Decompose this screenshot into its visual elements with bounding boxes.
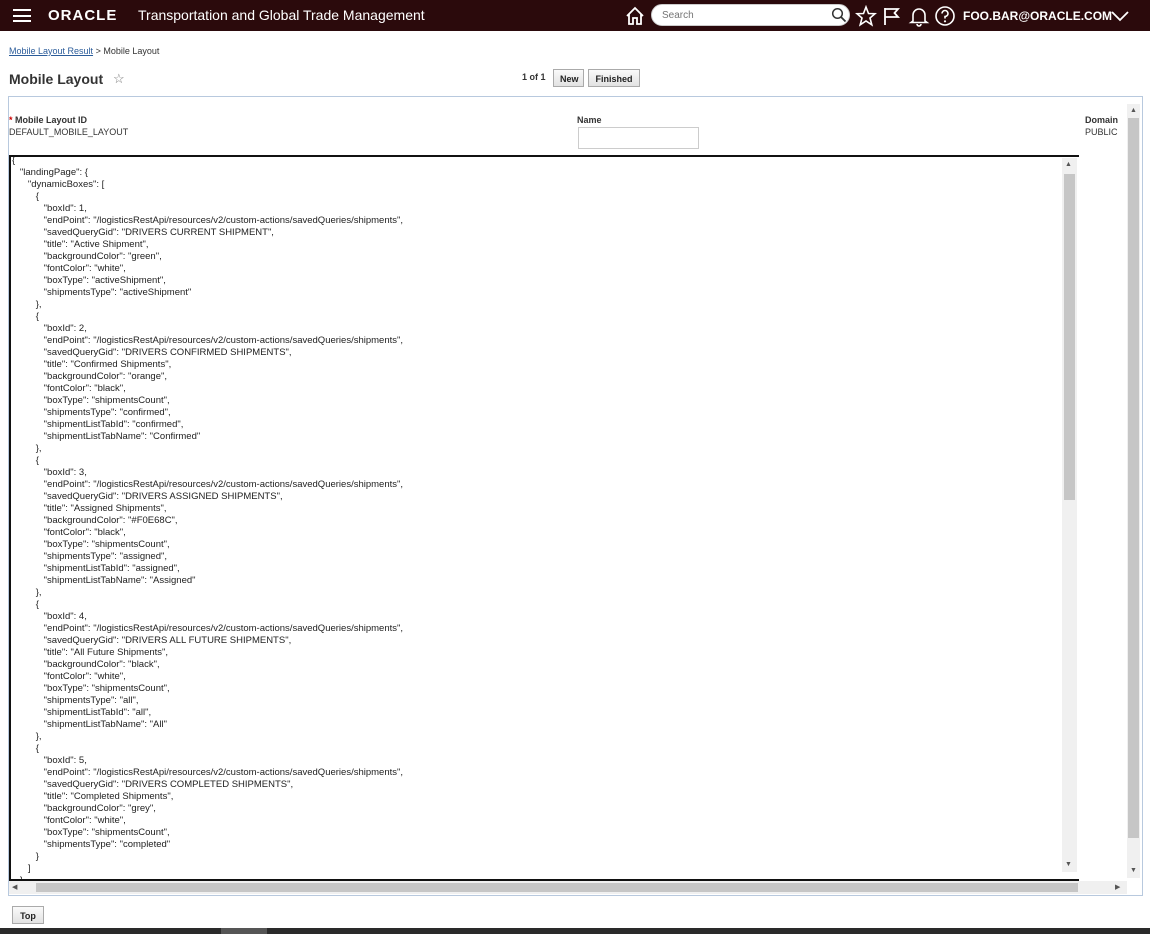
scroll-down-arrow-icon[interactable]: ▼: [1130, 867, 1137, 875]
top-button[interactable]: Top: [12, 906, 44, 924]
name-input[interactable]: [578, 127, 699, 149]
textarea-vertical-scroll-thumb[interactable]: [1064, 174, 1075, 500]
json-content-text[interactable]: { "landingPage": { "dynamicBoxes": [ { "…: [12, 157, 403, 879]
breadcrumb: Mobile Layout Result > Mobile Layout: [9, 46, 159, 56]
flag-icon[interactable]: [881, 5, 903, 27]
app-title: Transportation and Global Trade Manageme…: [138, 7, 425, 23]
search-box[interactable]: [651, 4, 850, 26]
star-icon[interactable]: [855, 5, 877, 27]
scroll-left-arrow-icon[interactable]: ◀: [12, 884, 17, 892]
scroll-right-arrow-icon[interactable]: ▶: [1115, 884, 1120, 892]
favorite-star-icon[interactable]: ☆: [113, 71, 125, 87]
breadcrumb-separator: >: [95, 46, 101, 56]
new-button[interactable]: New: [553, 69, 584, 87]
json-content-textarea[interactable]: { "landingPage": { "dynamicBoxes": [ { "…: [9, 155, 1079, 881]
page-title: Mobile Layout: [9, 71, 104, 87]
bell-icon[interactable]: [908, 5, 930, 27]
breadcrumb-current: Mobile Layout: [103, 46, 160, 56]
textarea-scroll-up-arrow-icon[interactable]: ▲: [1065, 161, 1072, 169]
chevron-down-icon[interactable]: [1109, 5, 1131, 27]
help-icon[interactable]: [934, 5, 956, 27]
search-input[interactable]: [662, 8, 830, 22]
name-label: Name: [577, 115, 602, 125]
textarea-scroll-down-arrow-icon[interactable]: ▼: [1065, 861, 1072, 869]
mobile-layout-id-value: DEFAULT_MOBILE_LAYOUT: [9, 127, 129, 137]
global-header: ORACLE Transportation and Global Trade M…: [0, 0, 1150, 31]
outer-vertical-scroll-thumb[interactable]: [1128, 118, 1139, 838]
record-pager: 1 of 1: [522, 72, 546, 82]
domain-label: Domain: [1085, 115, 1119, 125]
bottom-taskbar-tab[interactable]: [221, 928, 267, 934]
breadcrumb-link-mobile-layout-result[interactable]: Mobile Layout Result: [9, 46, 93, 56]
horizontal-scroll-thumb[interactable]: [36, 883, 1078, 892]
oracle-logo: ORACLE: [48, 7, 118, 24]
mobile-layout-id-label-text: Mobile Layout ID: [15, 115, 88, 125]
domain-value: PUBLIC: [1085, 127, 1118, 137]
home-icon[interactable]: [624, 5, 646, 27]
finished-button[interactable]: Finished: [588, 69, 640, 87]
scroll-up-arrow-icon[interactable]: ▲: [1130, 107, 1137, 115]
user-menu-label[interactable]: FOO.BAR@ORACLE.COM: [963, 9, 1112, 23]
mobile-layout-id-label: * Mobile Layout ID: [9, 115, 87, 125]
menu-icon[interactable]: [13, 9, 31, 22]
required-marker: *: [9, 115, 13, 125]
bottom-taskbar: [0, 928, 1150, 934]
search-icon[interactable]: [831, 7, 847, 23]
